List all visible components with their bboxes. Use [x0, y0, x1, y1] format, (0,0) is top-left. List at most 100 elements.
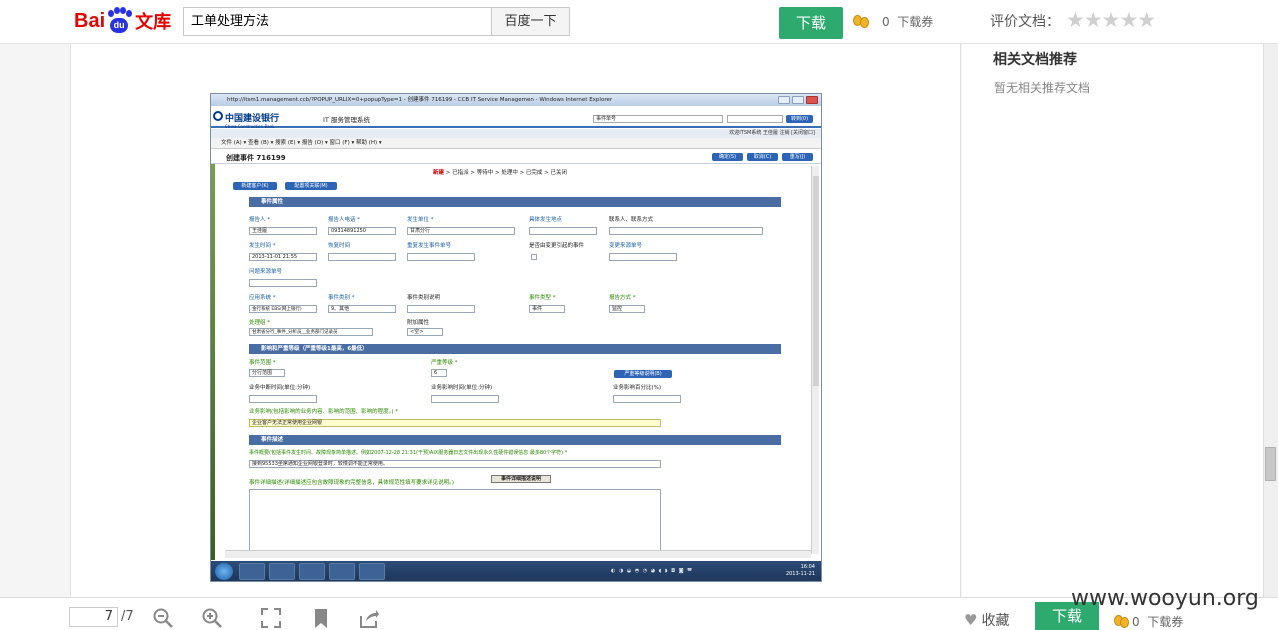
app-system-label: 应用系统 * [249, 295, 276, 301]
menu-bar: 文件 (A) ▾ 查看 (B) ▾ 搜索 (E) ▾ 报告 (O) ▾ 窗口 (… [211, 138, 821, 149]
change-source-field [609, 253, 677, 261]
ie-taskbar-icon [239, 563, 265, 580]
coin-icon [1114, 613, 1132, 629]
close-icon [806, 96, 818, 104]
zoom-in-icon[interactable] [202, 608, 222, 628]
download-button[interactable]: 下载 [779, 7, 843, 39]
severity-label: 严重等级 * [431, 360, 458, 366]
logo-text-wenku: 文库 [135, 12, 172, 32]
workflow-steps: 新建 > 已指派 > 等待中 > 处理中 > 已完成 > 已关闭 [433, 170, 568, 176]
reporter-field: 王佳履 [249, 227, 317, 235]
scope-select: 分行范围 [249, 369, 285, 377]
related-docs-empty: 暂无相关推荐文档 [994, 81, 1091, 95]
favorite-label: 收藏 [981, 613, 1010, 629]
affect-percent-field [613, 395, 681, 403]
change-caused-checkbox [531, 254, 537, 260]
impact-field: 企业客户无法正常使用企业网银 [249, 419, 661, 427]
contact-label: 联系人、联系方式 [609, 217, 654, 223]
problem-source-label: 问题来源单号 [249, 269, 283, 275]
category-desc-label: 事件类别说明 [407, 295, 441, 301]
go-button: 转到(0) [786, 115, 813, 123]
zoom-out-icon[interactable] [153, 608, 173, 628]
section-event-attributes: 事件属性 [249, 197, 781, 207]
voucher-label: 下载券 [1147, 615, 1184, 629]
system-name: IT 服务管理系统 [323, 116, 370, 124]
problem-source-field [249, 279, 317, 287]
change-source-label: 变更来源单号 [609, 243, 643, 249]
reporter-label: 报告人 * [249, 217, 270, 223]
ccb-logo: 中国建设银行 China Construction Bank [213, 111, 280, 129]
severity-select: 6 [431, 369, 447, 377]
detail-help-button: 事件详细描述说明 [491, 475, 551, 483]
search-select: 事件单号 [593, 115, 723, 123]
page-number-input[interactable]: 7 [69, 607, 118, 627]
app-system-field: 金行系统 EBS(网上银行) [249, 305, 317, 313]
favorite-button[interactable]: ♥ 收藏 [964, 610, 1009, 630]
config-link-button: 配置项关联(M) [285, 182, 337, 190]
ie-title-bar: http://itsm1.management.ccb/?POPUP_URLIX… [211, 94, 821, 106]
fullscreen-icon[interactable] [261, 608, 281, 628]
event-category-label: 事件类别 * [328, 295, 355, 301]
page-scrollbar[interactable] [1263, 44, 1278, 597]
event-bar: 创建事件 716199 确定(S) 取消(C) 重写(J) [211, 150, 821, 164]
detail-label: 事件详细描述(详细描述应包含故障现象的完整信息，具体规范性填写要求详见说明。) [249, 480, 455, 486]
affect-percent-label: 业务影响百分比(%) [613, 385, 662, 391]
user-bar: 欢迎ITSM系统 王佳履 注销 [关闭窗口] [211, 129, 821, 138]
minimize-icon [778, 96, 790, 104]
section-description: 事件描述 [249, 435, 781, 445]
category-desc-field [407, 305, 475, 313]
app-taskbar-icon [329, 563, 355, 580]
summary-label: 事件概要(包括事件发生时间、故障现象简单描述。例如2007-12-28 21:3… [249, 450, 568, 456]
scrollbar-thumb[interactable] [1265, 447, 1276, 481]
event-category-field: 9、其他 [328, 305, 396, 313]
coin-icon [853, 13, 871, 29]
word-taskbar-icon [359, 563, 385, 580]
occur-time-field: 2013-11-01 21:55 [249, 253, 317, 261]
maximize-icon [792, 96, 804, 104]
related-docs-title: 相关文档推荐 [993, 52, 1077, 68]
search-input[interactable]: 工单处理方法 [183, 7, 492, 36]
desktop-edge [211, 150, 215, 560]
reset-button: 重写(J) [782, 153, 813, 161]
location-label: 具体发生地点 [529, 217, 563, 223]
voucher-count: 0 [882, 15, 890, 29]
voucher-label: 下载券 [897, 15, 934, 29]
voucher-count: 0 [1132, 615, 1140, 629]
section-impact: 影响和严重等级（严重等级1最高，6最低） [249, 344, 781, 354]
summary-field: 接到95533坐席通知企业网银登录时，较慢调不能正常使用。 [249, 460, 661, 468]
rating-label: 评价文档： [990, 14, 1060, 30]
contact-field [609, 227, 763, 235]
system-tray: ◐ ◑ ◒ ◓ ◔ ◕ ◖ ◗ ◘ ◙ ◚ [611, 568, 693, 574]
event-type-label: 事件类型 * [529, 295, 556, 301]
rating-stars[interactable]: ★★★★★ [1066, 8, 1156, 32]
watermark: www.wooyun.org [1071, 586, 1259, 611]
windows-taskbar: ◐ ◑ ◒ ◓ ◔ ◕ ◖ ◗ ◘ ◙ ◚ 16:04 2013-11-21 [211, 561, 821, 581]
share-icon[interactable] [359, 608, 379, 628]
occur-time-label: 发生时间 * [249, 243, 276, 249]
severity-help-button: 严重等级说明(B) [614, 370, 672, 378]
phone-field: 09314891250 [328, 227, 396, 235]
event-title: 创建事件 716199 [226, 154, 286, 162]
affect-time-label: 业务影响时间(单位:分钟) [431, 385, 493, 391]
extra-attr-label: 附加属性 [407, 320, 430, 326]
change-caused-label: 是否由变更引起的事件 [529, 243, 585, 249]
search-button[interactable]: 百度一下 [491, 7, 570, 36]
bookmark-icon[interactable] [311, 608, 331, 628]
sidebar [962, 44, 1263, 597]
bank-name: 中国建设银行 [225, 114, 280, 124]
baidu-wenku-logo[interactable]: Bai du 文库 [74, 4, 171, 38]
phone-label: 报告人电话 * [328, 217, 360, 223]
detail-textarea [249, 489, 661, 551]
handler-group-select: 甘肃省分行_事件_分析员__业务部门记录员 [249, 328, 373, 336]
heart-icon: ♥ [964, 611, 978, 629]
new-customer-button: 新建客户(K) [233, 182, 277, 190]
voucher-info-bottom: 0 下载券 [1132, 613, 1183, 630]
ccb-header: 中国建设银行 China Construction Bank IT 服务管理系统… [211, 106, 821, 129]
page-total: /7 [121, 609, 134, 624]
document-image: http://itsm1.management.ccb/?POPUP_URLIX… [210, 93, 822, 582]
interrupt-time-label: 业务中断时间(单位:分钟) [249, 385, 311, 391]
voucher-info: 0 下载券 [882, 13, 933, 30]
recover-time-label: 恢复时间 [328, 243, 351, 249]
impact-label: 业务影响(包括影响的业务内容、影响的范围、影响的程度。) * [249, 409, 399, 415]
repeat-event-label: 重复发生事件单号 [407, 243, 452, 249]
